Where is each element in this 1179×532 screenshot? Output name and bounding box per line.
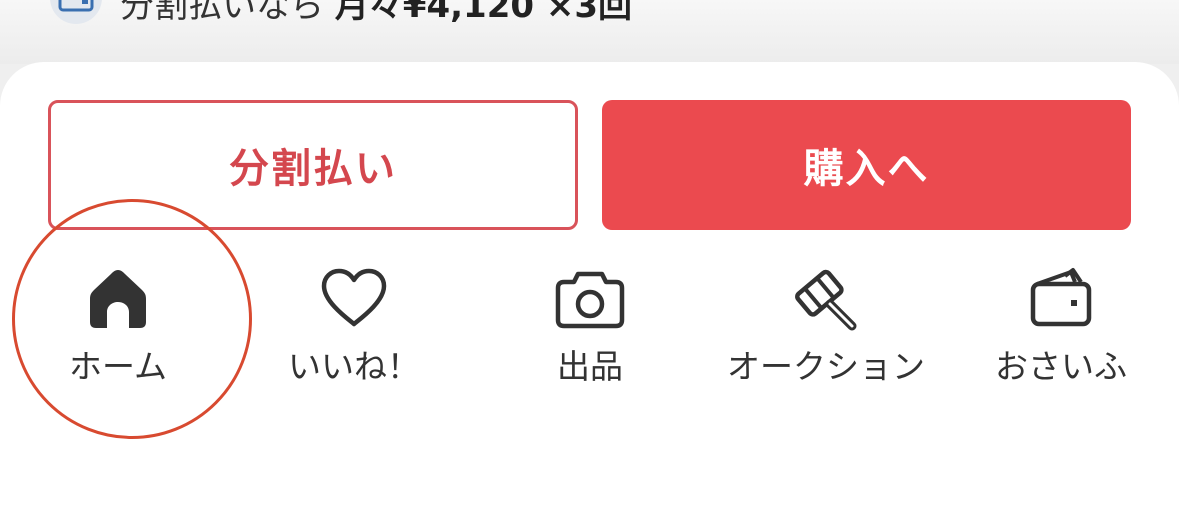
nav-item-wallet[interactable]: おさいふ [943,262,1179,392]
nav-label-home: ホーム [68,347,167,386]
nav-label-like: いいね！ [288,347,420,386]
nav-label-auction: オークション [727,347,925,386]
home-icon [90,270,146,328]
nav-label-wallet: おさいふ [995,347,1127,386]
heart-icon [321,268,387,327]
buy-button-label: 購入へ [803,146,930,192]
buy-button[interactable]: 購入へ [602,100,1131,230]
installment-button-label: 分割払い [229,146,397,192]
nav-item-sell[interactable]: 出品 [472,262,708,392]
camera-icon [555,271,625,329]
nav-label-sell: 出品 [557,347,623,386]
wallet-badge [50,0,102,24]
installment-banner: 分割払いなら 月々¥4,120 ×3回 [0,0,1179,64]
nav-item-like[interactable]: いいね！ [236,262,472,392]
nav-item-home[interactable]: ホーム [0,262,236,392]
installment-amount: 月々¥4,120 ×3回 [334,0,632,26]
wallet-icon [1030,268,1092,327]
nav-item-auction[interactable]: オークション [708,262,944,392]
installment-prefix: 分割払いなら [120,0,335,26]
installment-button[interactable]: 分割払い [48,100,578,230]
gavel-icon [795,269,857,331]
card-icon [58,0,94,12]
